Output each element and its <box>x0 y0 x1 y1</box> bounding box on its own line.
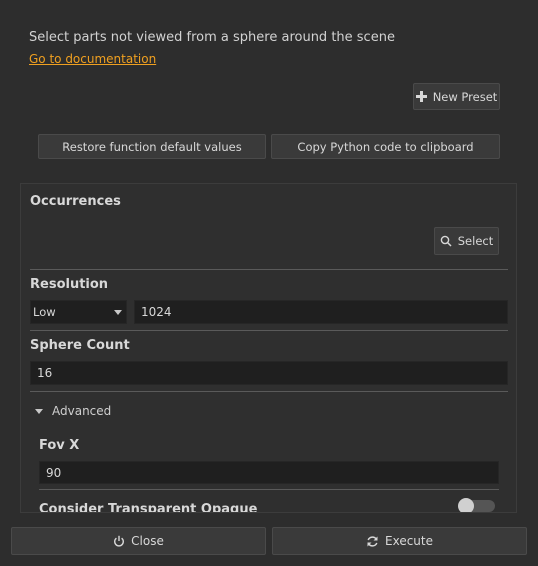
advanced-label: Advanced <box>52 404 112 418</box>
close-label: Close <box>131 534 164 548</box>
occurrences-label: Occurrences <box>30 194 121 209</box>
function-description: Select parts not viewed from a sphere ar… <box>29 30 395 45</box>
advanced-section-toggle[interactable]: Advanced <box>35 404 111 418</box>
chevron-down-icon <box>114 310 122 315</box>
documentation-link[interactable]: Go to documentation <box>29 52 156 66</box>
select-occurrences-button[interactable]: Select <box>434 227 499 255</box>
divider <box>39 489 499 490</box>
new-preset-button[interactable]: New Preset <box>413 83 500 110</box>
resolution-value: 1024 <box>141 305 172 319</box>
new-preset-label: New Preset <box>432 89 498 104</box>
resolution-preset-value: Low <box>33 305 56 319</box>
power-icon <box>113 535 125 547</box>
divider <box>30 391 508 392</box>
sphere-count-label: Sphere Count <box>30 338 130 353</box>
sphere-count-field[interactable]: 16 <box>30 361 508 385</box>
fov-x-value: 90 <box>46 465 62 480</box>
execute-label: Execute <box>385 534 433 548</box>
resolution-field[interactable]: 1024 <box>134 300 508 324</box>
resolution-label: Resolution <box>30 277 109 292</box>
select-label: Select <box>457 234 494 248</box>
divider <box>30 330 508 331</box>
resolution-preset-dropdown[interactable]: Low <box>30 300 127 324</box>
search-icon <box>440 235 452 247</box>
consider-transparent-toggle[interactable] <box>458 498 495 512</box>
restore-defaults-label: Restore function default values <box>62 139 242 154</box>
plus-icon <box>415 91 427 102</box>
restore-defaults-button[interactable]: Restore function default values <box>38 134 266 159</box>
fov-x-field[interactable]: 90 <box>39 461 499 484</box>
fov-x-label: Fov X <box>39 438 80 453</box>
close-button[interactable]: Close <box>11 527 266 555</box>
refresh-icon <box>366 535 379 548</box>
execute-button[interactable]: Execute <box>272 527 527 555</box>
copy-python-button[interactable]: Copy Python code to clipboard <box>271 134 500 159</box>
divider <box>30 269 508 270</box>
consider-transparent-label: Consider Transparent Opaque <box>39 502 258 513</box>
sphere-count-value: 16 <box>37 366 53 380</box>
triangle-down-icon <box>35 408 43 414</box>
toggle-knob <box>458 498 474 512</box>
parameters-panel[interactable]: Occurrences Select Resolution Low 1024 S… <box>20 183 517 513</box>
copy-python-label: Copy Python code to clipboard <box>297 139 474 154</box>
